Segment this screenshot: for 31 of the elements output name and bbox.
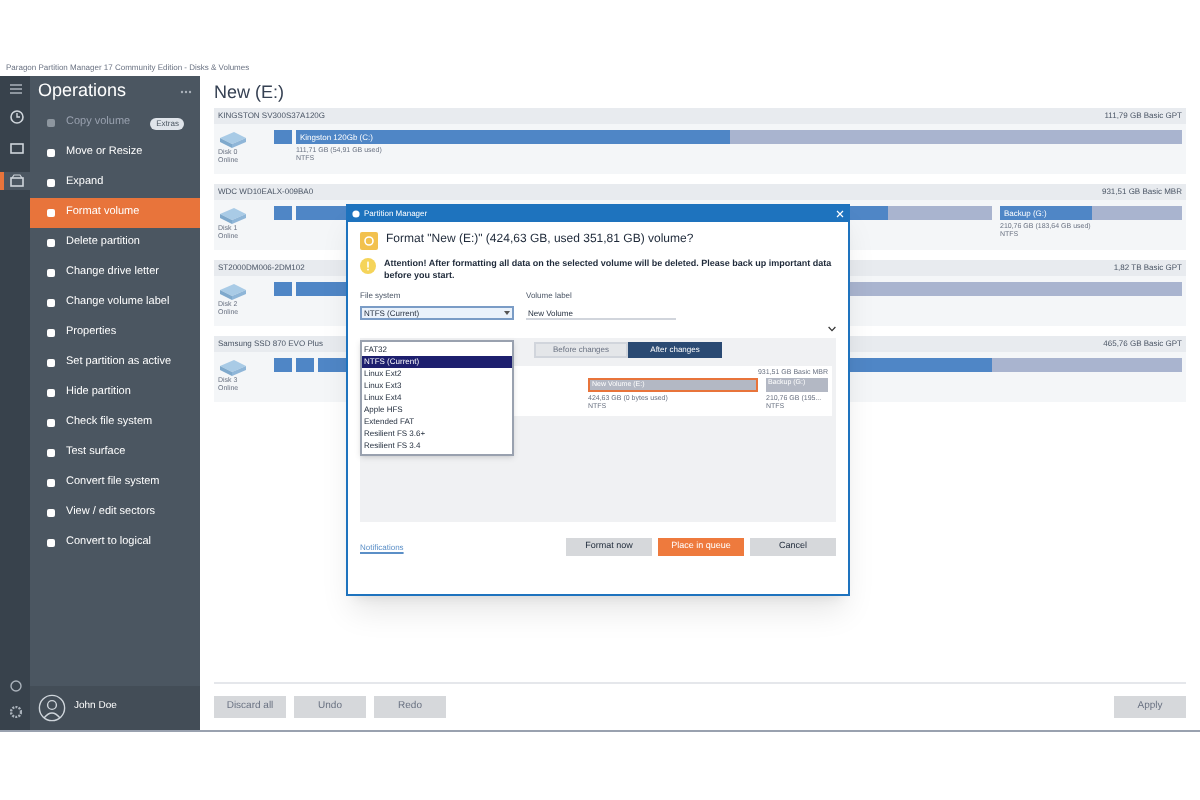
operation-icon bbox=[46, 448, 56, 458]
operation-icon bbox=[46, 508, 56, 518]
operation-icon bbox=[46, 388, 56, 398]
avatar-icon bbox=[38, 694, 66, 722]
menu-icon bbox=[9, 84, 21, 94]
partition-block[interactable] bbox=[274, 130, 292, 144]
operation-icon bbox=[46, 328, 56, 338]
rail-button[interactable] bbox=[0, 172, 30, 190]
operation-icon bbox=[46, 118, 56, 128]
monitor-icon bbox=[10, 142, 24, 156]
warning-icon bbox=[360, 258, 376, 274]
operation-icon bbox=[46, 538, 56, 548]
partition-block[interactable] bbox=[274, 206, 292, 220]
operation-icon bbox=[46, 298, 56, 308]
operation-icon bbox=[46, 238, 56, 248]
page-heading: New (E:) bbox=[214, 80, 287, 106]
operation-icon bbox=[46, 478, 56, 488]
partition-block[interactable] bbox=[274, 282, 292, 296]
clock-icon bbox=[10, 110, 24, 124]
chevron-down-icon bbox=[828, 326, 836, 332]
operation-icon bbox=[46, 208, 56, 218]
close-icon bbox=[836, 210, 844, 218]
caret-icon bbox=[504, 310, 510, 316]
operation-icon bbox=[46, 418, 56, 428]
operation-icon bbox=[46, 178, 56, 188]
operation-icon bbox=[46, 148, 56, 158]
operation-icon bbox=[46, 268, 56, 278]
app-icon bbox=[352, 210, 360, 218]
sidebar-title: Operations bbox=[38, 78, 127, 105]
settings-icon bbox=[9, 706, 21, 718]
operation-icon bbox=[46, 358, 56, 368]
